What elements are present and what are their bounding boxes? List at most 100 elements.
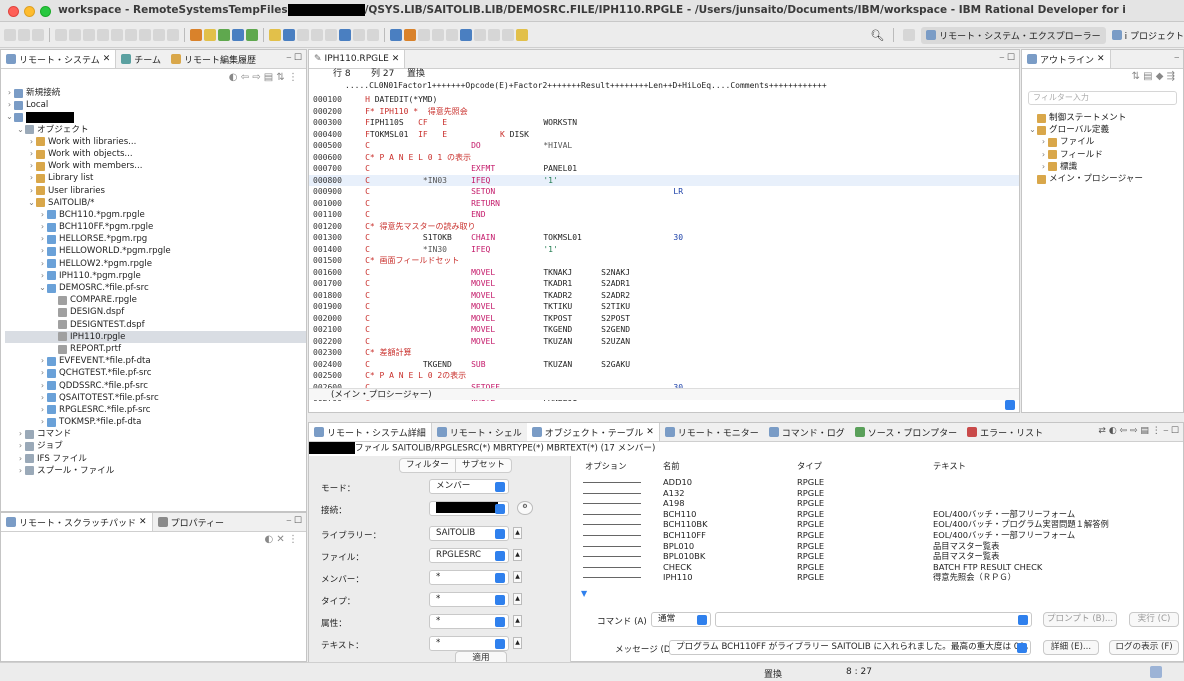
tree-item[interactable]: › QCHGTEST.*file.pf-src (5, 367, 306, 379)
toolbar-icon[interactable] (325, 29, 337, 41)
expand-toggle-icon[interactable]: › (27, 185, 36, 197)
source-line[interactable]: 002500 C* P A N E L 0 2の表示 (309, 370, 1019, 382)
bottom-panel-toolbar[interactable]: ⇄ ◐ ⇦ ⇨ ▤ ⋮ ⎯ ☐ (1098, 426, 1179, 436)
tree-item[interactable]: DESIGN.dspf (5, 306, 306, 318)
option-cell[interactable] (583, 524, 641, 526)
source-line[interactable]: 001500 C* 画面フィールドセット (309, 255, 1019, 267)
prompt-arrow-button[interactable]: ▲ (513, 615, 522, 627)
tab-remote-scratchpad[interactable]: リモート・スクラッチパッド ✕ (1, 513, 153, 531)
form-field[interactable]: * (429, 614, 509, 629)
outline-item[interactable]: 制御ステートメント (1028, 112, 1183, 124)
run-button[interactable]: 実行 (C) (1129, 612, 1179, 627)
option-cell[interactable] (583, 577, 641, 579)
source-line[interactable]: 000400 FTOKMSL01 IF E K DISK (309, 129, 1019, 141)
expand-toggle-icon[interactable]: ⌄ (16, 124, 25, 136)
close-icon[interactable]: ✕ (139, 517, 147, 527)
gear-icon[interactable]: ⚙ (517, 501, 533, 515)
expand-toggle-icon[interactable]: › (38, 209, 47, 221)
expand-toggle-icon[interactable]: › (27, 160, 36, 172)
expand-toggle-icon[interactable]: › (1039, 149, 1048, 161)
expand-toggle-icon[interactable]: › (38, 233, 47, 245)
source-line[interactable]: 002300 C* 差額計算 (309, 347, 1019, 359)
source-line[interactable]: 000600 C* P A N E L 0 1 の表示 (309, 152, 1019, 164)
tree-item[interactable]: › User libraries (5, 185, 306, 197)
source-line[interactable]: 000300 FIPH110S CF E WORKSTN (309, 117, 1019, 129)
outline-item[interactable]: メイン・プロシージャー (1028, 173, 1183, 185)
form-field[interactable]: メンバー (429, 479, 509, 494)
tab-remote-system-details[interactable]: リモート・システム詳細 (309, 423, 432, 441)
expand-toggle-icon[interactable]: › (1039, 136, 1048, 148)
source-line[interactable]: 001300 C S1TOKB CHAIN TOKMSL01 30 (309, 232, 1019, 244)
source-line[interactable]: 001600 C MOVEL TKNAKJ S2NAKJ (309, 267, 1019, 279)
expand-toggle-icon[interactable]: › (27, 172, 36, 184)
table-row[interactable]: CHECK RPGLE BATCH FTP RESULT CHECK (581, 562, 1184, 573)
toolbar-icon[interactable] (432, 29, 444, 41)
toolbar-icon[interactable] (404, 29, 416, 41)
source-line[interactable]: 001900 C MOVEL TKTIKU S2TIKU (309, 301, 1019, 313)
editor-source-lines[interactable]: 000100 H DATEDIT(*YMD) 000200 F* IPH110 *… (309, 94, 1019, 404)
search-icon[interactable]: 🔍︎ (870, 29, 884, 42)
view-min-max-controls[interactable]: ⎯ ☐ (287, 516, 302, 526)
tree-item[interactable]: › HELLORSE.*pgm.rpg (5, 233, 306, 245)
project-perspective-button[interactable]: i プロジェクト (1111, 29, 1184, 42)
option-cell[interactable] (583, 556, 641, 558)
tree-item[interactable]: › スプール・ファイル (5, 465, 306, 477)
table-row[interactable]: BPL010 RPGLE 品目マスター覧表 (581, 541, 1184, 552)
tree-item[interactable]: › IPH110.*pgm.rpgle (5, 270, 306, 282)
expand-toggle-icon[interactable]: ⌄ (38, 282, 47, 294)
prompt-button[interactable]: プロンプト (B)... (1043, 612, 1117, 627)
toolbar-icon[interactable] (311, 29, 323, 41)
expand-toggle-icon[interactable]: › (27, 148, 36, 160)
expand-toggle-icon[interactable]: › (1039, 161, 1048, 173)
option-cell[interactable] (583, 534, 641, 536)
tab-remote-systems[interactable]: リモート・システム ✕ (1, 50, 117, 68)
outline-item[interactable]: ⌄ グローバル定義 (1028, 124, 1183, 136)
toolbar-icon[interactable] (418, 29, 430, 41)
expand-toggle-icon[interactable]: ⌄ (5, 111, 14, 123)
source-line[interactable]: 002000 C MOVEL TKPOST S2POST (309, 313, 1019, 325)
table-row[interactable]: ADD10 RPGLE (581, 477, 1184, 488)
expand-toggle-icon[interactable]: › (38, 416, 47, 428)
expand-toggle-icon[interactable]: › (27, 136, 36, 148)
tab-outline[interactable]: アウトライン ✕ (1022, 50, 1111, 68)
tree-item[interactable]: › ジョブ (5, 440, 306, 452)
toolbar-icon[interactable] (460, 29, 472, 41)
outline-item[interactable]: › ファイル (1028, 136, 1183, 148)
table-row[interactable]: A132 RPGLE (581, 488, 1184, 499)
filter-tab[interactable]: フィルター (400, 459, 456, 472)
rse-perspective-button[interactable]: リモート・システム・エクスプローラー (921, 26, 1106, 44)
toolbar-icon[interactable] (390, 29, 402, 41)
view-min-max-controls[interactable]: ⎯ (1174, 53, 1179, 63)
tree-item[interactable]: › コマンド (5, 428, 306, 440)
source-line[interactable]: 000500 C DO *HIVAL (309, 140, 1019, 152)
toolbar-icon[interactable] (488, 29, 500, 41)
toolbar-icon[interactable] (502, 29, 514, 41)
form-field[interactable] (429, 501, 509, 516)
tree-item[interactable]: › IFS ファイル (5, 453, 306, 465)
expand-toggle-icon[interactable]: › (38, 221, 47, 233)
table-row[interactable]: BCH110FF RPGLE EOL/400バッチ・一部フリーフォーム (581, 530, 1184, 541)
print-icon[interactable] (32, 29, 44, 41)
form-field[interactable]: * (429, 592, 509, 607)
outline-filter-input[interactable]: フィルター入力 (1028, 91, 1177, 105)
open-perspective-icon[interactable] (903, 29, 916, 41)
tree-item[interactable]: › EVFEVENT.*file.pf-dta (5, 355, 306, 367)
tab-source-prompter[interactable]: ソース・プロンプター (850, 423, 962, 441)
tab-command-log[interactable]: コマンド・ログ (764, 423, 850, 441)
close-icon[interactable]: ✕ (392, 54, 400, 64)
outline-item[interactable]: › 標識 (1028, 161, 1183, 173)
prompt-arrow-button[interactable]: ▲ (513, 549, 522, 561)
toolbar-icon[interactable] (125, 29, 137, 41)
expand-toggle-icon[interactable]: ⌄ (27, 197, 36, 209)
toolbar-icon[interactable] (204, 29, 216, 41)
tree-item[interactable]: ⌄ DEMOSRC.*file.pf-src (5, 282, 306, 294)
expand-toggle-icon[interactable]: › (38, 270, 47, 282)
forward-icon[interactable] (367, 29, 379, 41)
option-cell[interactable] (583, 482, 641, 483)
expand-toggle-icon[interactable]: › (16, 440, 25, 452)
collapse-chevron-icon[interactable]: ▼ (581, 589, 587, 598)
expand-toggle-icon[interactable]: › (16, 428, 25, 440)
tree-item[interactable]: › HELLOW2.*pgm.rpgle (5, 258, 306, 270)
option-cell[interactable] (583, 513, 641, 515)
expand-toggle-icon[interactable]: › (5, 87, 14, 99)
